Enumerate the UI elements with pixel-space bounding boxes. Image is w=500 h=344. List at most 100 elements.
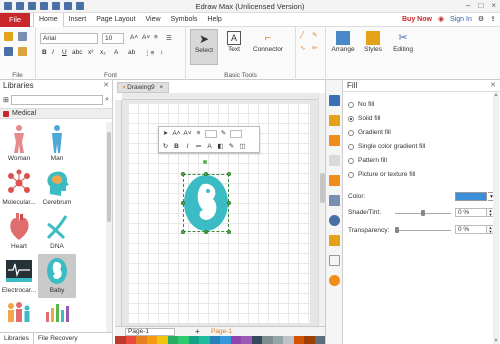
image-panel-icon[interactable] [329, 155, 340, 166]
connector-button[interactable]: ⌐ Connector [250, 29, 286, 65]
share-icon[interactable]: ⇪ [490, 13, 496, 27]
fill-option-gradient[interactable]: Gradient fill [348, 129, 391, 136]
properties-panel-icon[interactable] [329, 175, 340, 186]
color-palette[interactable] [115, 336, 325, 344]
buy-now-link[interactable]: Buy Now [402, 13, 432, 27]
bold-mini-icon[interactable]: B [172, 142, 181, 151]
transparency-slider[interactable] [395, 230, 451, 231]
copy-icon[interactable] [4, 47, 13, 56]
transparency-slider-knob[interactable] [395, 227, 399, 233]
strikethrough-icon[interactable]: abc [72, 49, 82, 56]
resize-handle-ne[interactable] [227, 172, 231, 176]
shape-woman[interactable]: Woman [0, 122, 38, 166]
select-button[interactable]: ➤ Select [190, 29, 218, 65]
underline-icon[interactable]: U [62, 49, 67, 56]
shape-dna[interactable]: DNA [38, 210, 76, 254]
line-color-mini-icon[interactable]: ✎ [227, 142, 236, 151]
subscript-icon[interactable]: x₂ [100, 49, 106, 56]
pencil-tool-icon[interactable]: ✏ [312, 44, 317, 52]
font-size-select[interactable]: 10 [102, 33, 124, 44]
scroll-down-icon[interactable]: ▼ [493, 338, 499, 344]
radio-gradient-fill[interactable] [348, 129, 354, 136]
sign-in-link[interactable]: Sign In [450, 13, 472, 27]
layers-panel-icon[interactable] [329, 195, 340, 206]
library-category[interactable]: Medical [0, 108, 112, 119]
tab-libraries[interactable]: Libraries [0, 333, 34, 344]
select-mini-icon[interactable]: ➤ [161, 129, 170, 138]
fill-option-single-gradient[interactable]: Single color gradient fill [348, 143, 425, 150]
grow-font-icon[interactable]: A˄ [130, 34, 138, 41]
font-shrink-mini-icon[interactable]: A˅ [183, 129, 192, 138]
pen-tool-icon[interactable]: ✎ [312, 31, 317, 39]
resize-handle-se[interactable] [227, 230, 231, 234]
shadow-mini-icon[interactable]: ◫ [238, 142, 247, 151]
shape-electrocardiogram[interactable]: Electrocar... [0, 254, 38, 298]
tab-view[interactable]: View [141, 13, 166, 27]
italic-mini-icon[interactable]: I [183, 142, 192, 151]
format-painter-mini-icon[interactable]: ✎ [219, 129, 228, 138]
fill-option-picture[interactable]: Picture or texture fill [348, 171, 415, 178]
maximize-icon[interactable]: □ [478, 1, 483, 10]
document-tab[interactable]: ▪ Drawing9 × [117, 82, 170, 93]
hyperlink-panel-icon[interactable] [329, 215, 340, 226]
radio-picture-fill[interactable] [348, 171, 354, 178]
tab-insert[interactable]: Insert [64, 13, 92, 27]
resize-handle-s[interactable] [204, 230, 208, 234]
editing-button[interactable]: ✂ Editing [388, 29, 418, 65]
libraries-scroll-thumb[interactable] [107, 132, 111, 222]
settings-icon[interactable]: ⚙ [478, 13, 484, 27]
close-document-icon[interactable]: × [159, 84, 163, 91]
line-panel-icon[interactable] [329, 115, 340, 126]
paste-icon[interactable] [4, 32, 13, 41]
tab-help[interactable]: Help [202, 13, 226, 27]
scroll-up-icon[interactable]: ▲ [493, 92, 499, 98]
curve-tool-icon[interactable]: ∿ [300, 44, 305, 52]
shape-man[interactable]: Man [38, 122, 76, 166]
line-tool-icon[interactable]: ╱ [300, 31, 304, 39]
shape-heart[interactable]: Heart [0, 210, 38, 254]
minimize-icon[interactable]: – [466, 1, 470, 10]
text-color-mini-icon[interactable]: A [205, 142, 214, 151]
bullets-icon[interactable]: ⋮≡ [144, 49, 154, 57]
shape-cerebrum[interactable]: Cerebrum [38, 166, 76, 210]
shade-tint-input[interactable]: 0 % [455, 208, 487, 217]
radio-single-gradient-fill[interactable] [348, 143, 354, 150]
shape-baby[interactable]: Baby [38, 254, 76, 298]
bullets-mini-icon[interactable]: ≔ [194, 142, 203, 151]
shadow-panel-icon[interactable] [329, 135, 340, 146]
rotate-mini-icon[interactable]: ↻ [161, 142, 170, 151]
fill-option-solid[interactable]: Solid fill [348, 115, 380, 122]
tab-home[interactable]: Home [33, 13, 64, 27]
styles-button[interactable]: Styles [360, 29, 386, 65]
library-search-input[interactable] [10, 94, 104, 105]
shade-tint-slider-knob[interactable] [421, 210, 425, 216]
format-painter-icon[interactable] [18, 47, 27, 56]
superscript-icon[interactable]: x² [88, 49, 93, 56]
highlight-icon[interactable]: ab [128, 49, 135, 56]
resize-handle-e[interactable] [227, 201, 231, 205]
font-family-select[interactable]: Arial [40, 33, 98, 44]
page-panel-icon[interactable] [329, 255, 340, 266]
align-mini-icon[interactable]: ≡ [194, 129, 203, 138]
fill-option-no-fill[interactable]: No fill [348, 101, 374, 108]
fill-panel-icon[interactable] [329, 95, 340, 106]
font-grow-mini-icon[interactable]: A˄ [172, 129, 181, 138]
canvas-vertical-scrollbar[interactable] [318, 93, 325, 326]
fill-mini-icon[interactable]: ◧ [216, 142, 225, 151]
tab-symbols[interactable]: Symbols [166, 13, 203, 27]
rotate-handle[interactable] [203, 160, 207, 164]
text-color-icon[interactable]: A [114, 49, 118, 56]
cut-icon[interactable] [18, 32, 27, 41]
arrange-button[interactable]: Arrange [328, 29, 358, 65]
library-nav-icon[interactable]: ⊞ [3, 96, 9, 104]
bold-icon[interactable]: B [42, 49, 47, 56]
list-icon[interactable]: ☰ [166, 34, 172, 42]
fill-panel-scrollbar[interactable]: ▲ ▼ [493, 92, 499, 344]
shape-bar-chart[interactable] [38, 298, 76, 328]
italic-icon[interactable]: I [52, 49, 54, 56]
resize-handle-nw[interactable] [181, 172, 185, 176]
file-menu[interactable]: File [0, 13, 30, 27]
close-fill-panel-icon[interactable]: ✕ [490, 80, 496, 92]
add-page-button[interactable]: + [195, 327, 200, 336]
shrink-font-icon[interactable]: A˅ [142, 34, 150, 41]
